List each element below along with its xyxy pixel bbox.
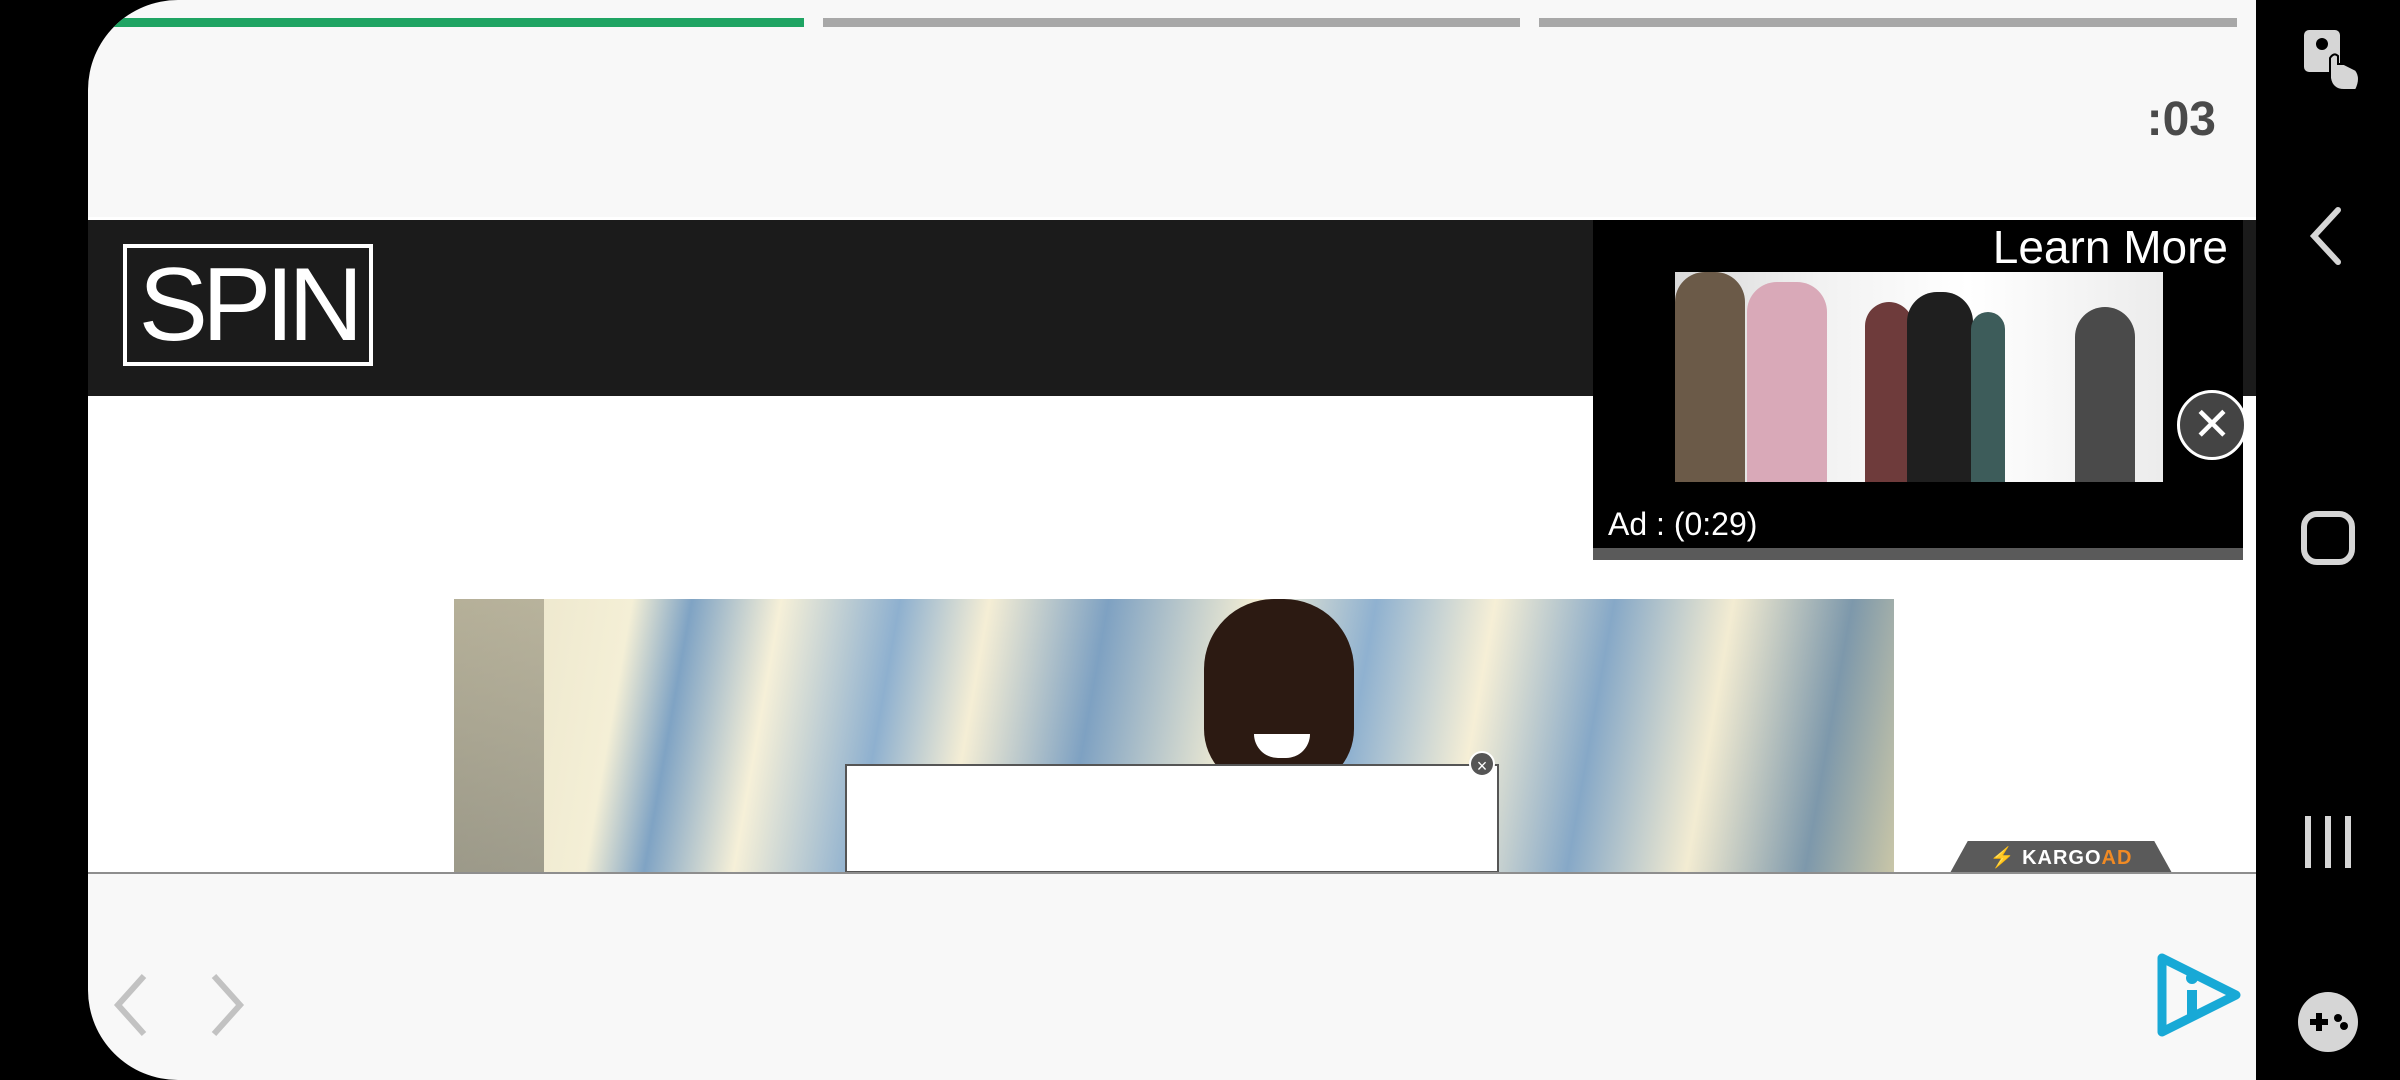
progress-segment-2 bbox=[823, 18, 1520, 27]
hero-image-shade bbox=[454, 599, 544, 873]
ad-countdown: Ad : (0:29) bbox=[1608, 506, 1758, 542]
ad-person-3 bbox=[1865, 302, 1913, 482]
learn-more-link[interactable]: Learn More bbox=[1993, 220, 2228, 274]
inline-ad-close-icon[interactable]: × bbox=[1469, 751, 1495, 777]
progress-segment-3 bbox=[1539, 18, 2237, 27]
brand-button[interactable] bbox=[2154, 950, 2244, 1040]
back-button[interactable] bbox=[112, 970, 152, 1040]
ad-video-frame[interactable] bbox=[1675, 272, 2163, 482]
ad-person-1 bbox=[1675, 272, 1745, 482]
hero-person bbox=[1204, 599, 1354, 789]
device-screen: :03 SPIN × ⚡ KARGOAD Learn More ✕ Ad: (… bbox=[0, 0, 2400, 1080]
home-icon bbox=[2301, 511, 2355, 565]
content-divider bbox=[88, 872, 2256, 874]
floating-video-ad[interactable]: Learn More ✕ Ad : (0:29) bbox=[1593, 220, 2247, 560]
kargo-ad-badge[interactable]: ⚡ KARGOAD bbox=[1950, 841, 2172, 873]
chevron-left-icon bbox=[113, 973, 147, 1037]
system-back-button[interactable] bbox=[2286, 194, 2370, 278]
recents-icon bbox=[2305, 816, 2351, 868]
accessibility-icon bbox=[2304, 30, 2360, 91]
bolt-icon: ⚡ bbox=[1989, 847, 2016, 869]
system-home-button[interactable] bbox=[2286, 496, 2370, 580]
system-recents-button[interactable] bbox=[2286, 800, 2370, 884]
chevron-right-icon bbox=[211, 973, 245, 1037]
system-navigation-bar bbox=[2256, 0, 2400, 1080]
story-timer: :03 bbox=[2146, 93, 2216, 146]
ad-person-6 bbox=[2075, 307, 2135, 482]
ad-close-icon[interactable]: ✕ bbox=[2177, 390, 2247, 460]
accessibility-button[interactable] bbox=[2286, 12, 2370, 96]
game-tools-icon bbox=[2298, 992, 2358, 1052]
kargo-badge-suffix: AD bbox=[2101, 847, 2133, 869]
ad-person-2 bbox=[1747, 282, 1827, 482]
game-tools-button[interactable] bbox=[2286, 980, 2370, 1064]
story-viewer: :03 SPIN × ⚡ KARGOAD Learn More ✕ Ad: (… bbox=[88, 0, 2256, 1080]
forward-button[interactable] bbox=[206, 970, 246, 1040]
inline-ad-placeholder[interactable] bbox=[845, 764, 1499, 873]
kargo-badge-prefix: KARGO bbox=[2022, 847, 2102, 869]
site-logo[interactable]: SPIN bbox=[123, 244, 373, 366]
progress-segment-1 bbox=[110, 18, 804, 27]
ad-person-5 bbox=[1971, 312, 2005, 482]
ad-person-4 bbox=[1907, 292, 1973, 482]
back-icon bbox=[2309, 207, 2341, 265]
ad-progress-bar bbox=[1593, 548, 2243, 560]
play-info-icon bbox=[2157, 953, 2241, 1037]
